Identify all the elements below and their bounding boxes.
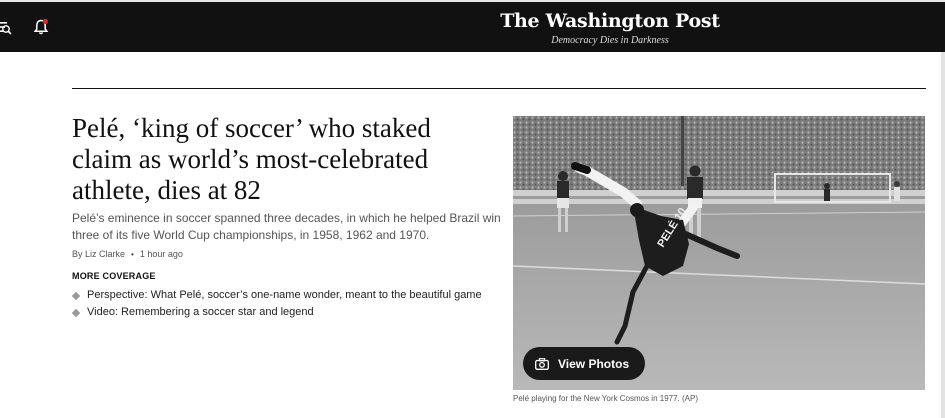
masthead-title[interactable]: The Washington Post (460, 10, 760, 32)
more-coverage-link[interactable]: Video: Remembering a soccer star and leg… (87, 304, 314, 321)
masthead-logo[interactable]: The Washington Post Democracy Dies in Da… (460, 10, 760, 46)
section-divider (72, 88, 926, 89)
article-blurb: Pelé’s eminence in soccer spanned three … (72, 211, 501, 242)
camera-icon (535, 357, 549, 370)
masthead-tagline: Democracy Dies in Darkness (551, 35, 669, 46)
byline: By Liz Clarke • 1 hour ago (72, 249, 183, 259)
bullet-diamond-icon (71, 291, 81, 300)
page-edge-divider (941, 52, 945, 418)
view-photos-label: View Photos (558, 356, 630, 371)
byline-separator: • (131, 250, 134, 259)
top-navigation-bar: The Washington Post Democracy Dies in Da… (0, 0, 945, 52)
menu-icon[interactable] (0, 19, 12, 35)
more-coverage-label: MORE COVERAGE (72, 271, 156, 281)
article-headline[interactable]: Pelé, ‘king of soccer’ who staked claim … (72, 113, 472, 206)
bullet-diamond-icon (71, 308, 81, 317)
more-coverage-item[interactable]: Video: Remembering a soccer star and leg… (71, 304, 482, 321)
more-coverage-link[interactable]: Perspective: What Pelé, soccer’s one-nam… (87, 287, 482, 304)
view-photos-button[interactable]: View Photos (523, 347, 645, 380)
bell-icon[interactable] (33, 18, 49, 36)
photo-caption: Pelé playing for the New York Cosmos in … (513, 394, 698, 403)
more-coverage-list: Perspective: What Pelé, soccer’s one-nam… (71, 287, 482, 321)
more-coverage-item[interactable]: Perspective: What Pelé, soccer’s one-nam… (71, 287, 482, 304)
timestamp: 1 hour ago (139, 249, 183, 259)
notification-dot (42, 18, 48, 24)
byline-author[interactable]: By Liz Clarke (72, 249, 125, 259)
